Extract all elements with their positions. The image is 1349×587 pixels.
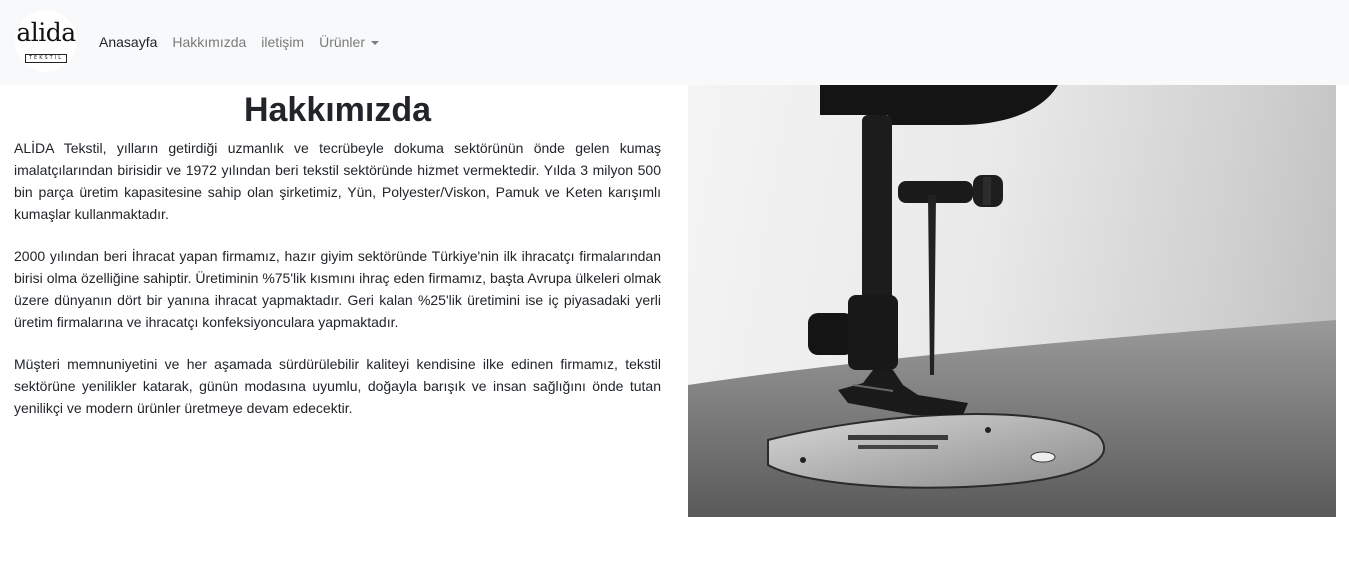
brand-logo-sub: TEKSTIL (25, 54, 67, 63)
nav-item-hakkimizda[interactable]: Hakkımızda (172, 33, 246, 51)
nav-item-anasayfa[interactable]: Anasayfa (99, 33, 157, 51)
nav-links: Anasayfa Hakkımızda iletişim Ürünler (99, 33, 394, 51)
about-section: Hakkımızda ALİDA Tekstil, yılların getir… (14, 85, 661, 419)
about-paragraph: ALİDA Tekstil, yılların getirdiği uzmanl… (14, 140, 661, 222)
sewing-machine-illustration (688, 85, 1336, 517)
nav-item-iletisim[interactable]: iletişim (261, 33, 304, 51)
about-paragraph: Müşteri memnuniyetini ve her aşamada sür… (14, 356, 661, 416)
navbar: alida TEKSTIL Anasayfa Hakkımızda iletiş… (0, 0, 1349, 85)
sewing-machine-photo (688, 85, 1336, 517)
nav-item-urunler-dropdown[interactable]: Ürünler (319, 33, 379, 51)
page-title: Hakkımızda (243, 91, 432, 129)
nav-item-urunler-label: Ürünler (319, 34, 365, 50)
brand-logo-word: alida (16, 18, 76, 47)
brand-logo[interactable]: alida TEKSTIL (15, 10, 77, 72)
about-paragraph: 2000 yılından beri İhracat yapan firmamı… (14, 248, 661, 330)
caret-down-icon (370, 41, 379, 46)
